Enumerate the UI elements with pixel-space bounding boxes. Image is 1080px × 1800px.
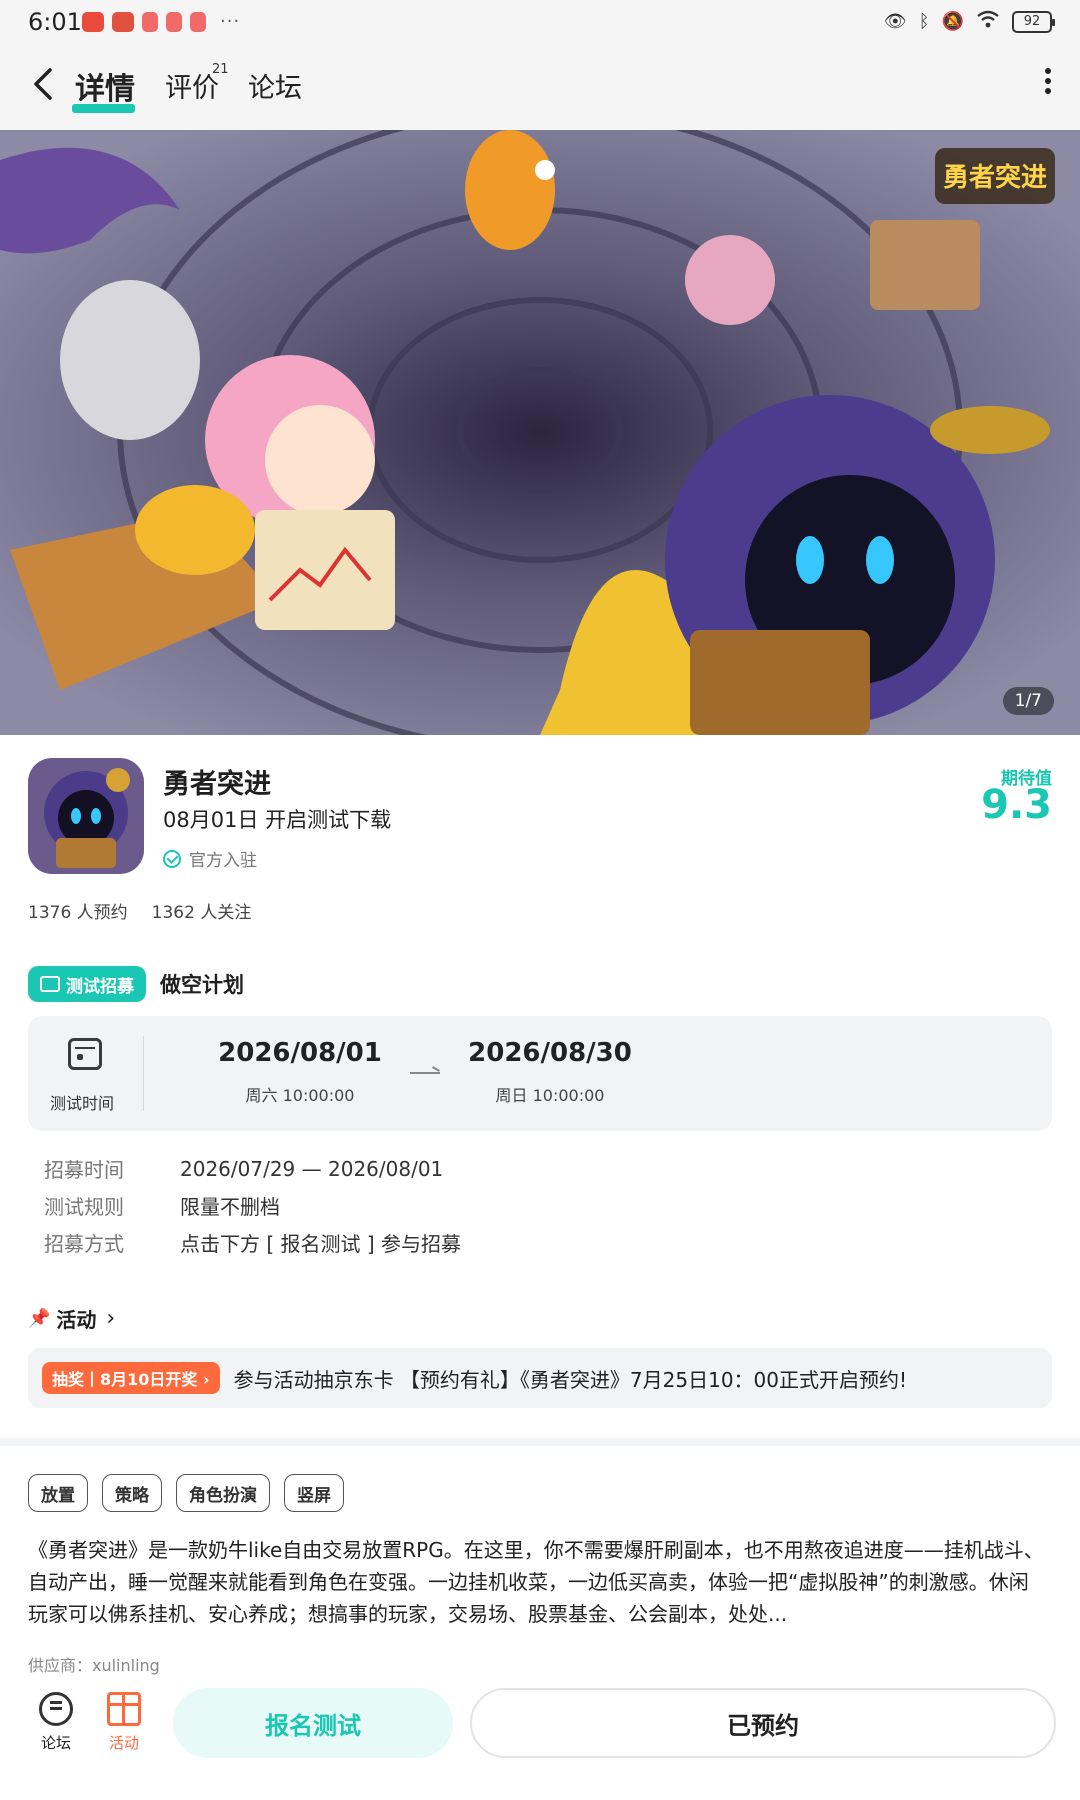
pin-icon: 📌: [28, 1308, 51, 1329]
mute-icon: 🔕: [941, 11, 964, 32]
banner-artwork: 勇者突进: [0, 130, 1080, 735]
info-row: 招募方式 点击下方 [ 报名测试 ] 参与招募: [44, 1224, 461, 1261]
tab-forum[interactable]: 论坛: [248, 66, 302, 105]
info-key: 招募时间: [44, 1158, 124, 1182]
lottery-badge: 抽奖丨8月10日开奖 ›: [42, 1362, 220, 1394]
info-value: 点击下方 [ 报名测试 ] 参与招募: [180, 1232, 462, 1256]
start-date: 2026/08/01: [218, 1038, 382, 1068]
more-options-icon[interactable]: [1044, 66, 1052, 107]
bottom-forum[interactable]: 论坛: [26, 1692, 86, 1753]
tab-details[interactable]: 详情: [75, 64, 135, 108]
wifi-icon: [976, 9, 1000, 34]
banner-carousel[interactable]: 勇者突进 1/7: [0, 130, 1080, 735]
test-recruitment-header: 测试招募 做空计划: [28, 966, 244, 1002]
activity-title: 活动: [56, 1308, 97, 1332]
gift-icon: [107, 1692, 141, 1726]
notification-icons: ···: [82, 11, 240, 32]
end-date: 2026/08/30: [468, 1038, 632, 1068]
tag-idle[interactable]: 放置: [28, 1474, 88, 1512]
reserved-button[interactable]: 已预约: [470, 1688, 1056, 1758]
test-start: 2026/08/01 周六 10:00:00: [200, 1038, 400, 1106]
test-icon: [40, 976, 60, 992]
bottom-action-bar: 论坛 活动 报名测试 已预约: [0, 1680, 1080, 1800]
forum-icon: [39, 1692, 73, 1726]
app-name: 勇者突进: [163, 769, 271, 800]
app-notification-icon: [190, 11, 206, 32]
forum-label: 论坛: [40, 1734, 71, 1752]
chevron-right-icon: ›: [106, 1306, 116, 1331]
calendar-icon: [68, 1038, 102, 1070]
official-verified: 官方入驻: [163, 846, 257, 871]
status-bar: 6:01 ··· 👁 ᛒ 🔕 92: [0, 0, 1080, 44]
eye-icon: 👁: [883, 11, 907, 32]
info-value: 2026/07/29 — 2026/08/01: [180, 1156, 444, 1181]
info-row: 招募时间 2026/07/29 — 2026/08/01: [44, 1150, 461, 1187]
section-divider: [0, 1438, 1080, 1446]
app-notification-icon: [142, 11, 158, 32]
stats-row: 1376 人预约 1362 人关注: [28, 898, 251, 923]
app-notification-icon: [112, 11, 134, 32]
start-time: 周六 10:00:00: [245, 1086, 355, 1105]
tag-rpg[interactable]: 角色扮演: [176, 1474, 270, 1512]
battery-icon: 92: [1012, 10, 1055, 33]
test-badge-label: 测试招募: [66, 976, 134, 997]
app-notification-icon: [166, 11, 182, 32]
tag-portrait[interactable]: 竖屏: [284, 1474, 344, 1512]
top-nav: 详情 评价 21 论坛: [0, 44, 1080, 130]
status-time: 6:01: [28, 8, 82, 36]
test-end: 2026/08/30 周日 10:00:00: [450, 1038, 650, 1106]
back-icon[interactable]: [28, 64, 68, 108]
test-recruit-badge: 测试招募: [28, 966, 146, 1002]
supplier: 供应商：xulinling: [28, 1656, 160, 1675]
app-notification-icon: [82, 11, 104, 32]
divider: [143, 1036, 144, 1111]
info-key: 招募方式: [44, 1232, 124, 1256]
reservation-count: 1376 人预约: [28, 903, 128, 923]
app-header: 勇者突进 08月01日 开启测试下载 官方入驻 期待值 9.3: [28, 758, 1052, 878]
end-time: 周日 10:00:00: [495, 1086, 605, 1105]
test-time-card: 测试时间 2026/08/01 周六 10:00:00 2026/08/30 周…: [28, 1016, 1052, 1131]
info-row: 测试规则 限量不删档: [44, 1187, 461, 1224]
info-key: 测试规则: [44, 1195, 124, 1219]
bottom-activity[interactable]: 活动: [94, 1692, 154, 1753]
banner-logo: 勇者突进: [943, 162, 1047, 193]
info-value: 限量不删档: [180, 1195, 280, 1219]
follower-count: 1362 人关注: [151, 903, 252, 923]
bluetooth-icon: ᛒ: [918, 11, 930, 32]
status-right: 👁 ᛒ 🔕 92: [883, 9, 1055, 34]
activity-section-header[interactable]: 📌 活动 ›: [28, 1304, 115, 1333]
verified-check-icon: [163, 849, 181, 868]
test-info: 招募时间 2026/07/29 — 2026/08/01 测试规则 限量不删档 …: [44, 1150, 461, 1261]
more-notifications-icon: ···: [220, 11, 241, 32]
official-label: 官方入驻: [189, 851, 257, 871]
test-time-label: 测试时间: [50, 1094, 115, 1113]
review-count: 21: [212, 62, 229, 77]
expect-score: 9.3: [981, 782, 1052, 828]
tag-list: 放置 策略 角色扮演 竖屏: [28, 1474, 344, 1512]
arrow-icon: [410, 1072, 440, 1074]
game-description[interactable]: 《勇者突进》是一款奶牛like自由交易放置RPG。在这里，你不需要爆肝刷副本，也…: [28, 1534, 1048, 1630]
activity-card[interactable]: 抽奖丨8月10日开奖 › 参与活动抽京东卡 【预约有礼】《勇者突进》7月25日1…: [28, 1348, 1052, 1408]
app-icon: [28, 758, 144, 874]
activity-text: 参与活动抽京东卡 【预约有礼】《勇者突进》7月25日10：00正式开启预约!: [233, 1367, 908, 1392]
activity-label: 活动: [108, 1734, 139, 1752]
banner-counter: 1/7: [1002, 687, 1054, 715]
test-plan-name: 做空计划: [160, 973, 244, 997]
tab-reviews[interactable]: 评价: [165, 66, 219, 105]
launch-date: 08月01日 开启测试下载: [163, 808, 392, 832]
signup-test-button[interactable]: 报名测试: [173, 1688, 453, 1758]
tag-strategy[interactable]: 策略: [102, 1474, 162, 1512]
